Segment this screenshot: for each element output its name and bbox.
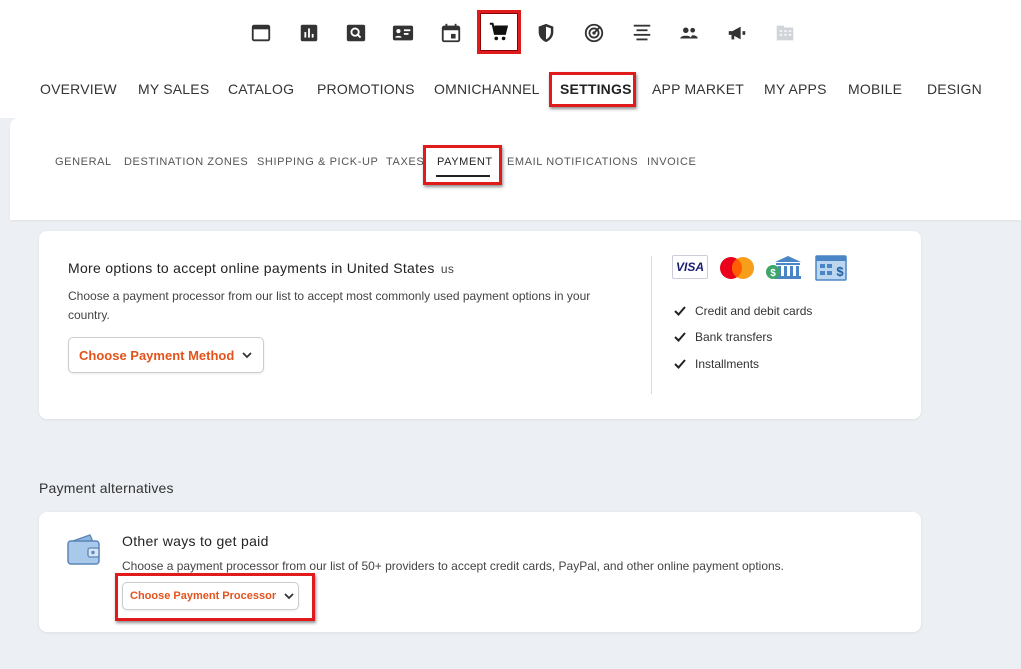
tab-email-notifications[interactable]: EMAIL NOTIFICATIONS — [507, 156, 638, 168]
checkmark-icon — [674, 359, 686, 369]
svg-text:$: $ — [770, 268, 776, 279]
nav-overview[interactable]: OVERVIEW — [40, 78, 117, 100]
nav-app-market[interactable]: APP MARKET — [652, 78, 744, 100]
nav-promotions[interactable]: PROMOTIONS — [317, 78, 415, 100]
active-tab-underline — [436, 175, 490, 177]
chevron-down-icon — [284, 593, 294, 600]
nav-omnichannel[interactable]: OMNICHANNEL — [434, 78, 540, 100]
nav-design[interactable]: DESIGN — [927, 78, 982, 100]
choose-payment-processor-button[interactable]: Choose Payment Processor — [122, 582, 299, 610]
top-icon-bar — [0, 10, 1021, 54]
nav-catalog[interactable]: CATALOG — [228, 78, 294, 100]
choose-payment-method-button[interactable]: Choose Payment Method — [68, 337, 264, 373]
online-payments-description: Choose a payment processor from our list… — [68, 289, 591, 322]
country-code: us — [440, 262, 455, 276]
main-nav: OVERVIEW MY SALES CATALOG PROMOTIONS OMN… — [0, 78, 1021, 102]
payment-alternatives-heading: Payment alternatives — [39, 480, 174, 496]
choose-payment-processor-label: Choose Payment Processor — [130, 590, 277, 602]
svg-text:$: $ — [836, 264, 844, 279]
calendar-icon[interactable] — [436, 18, 466, 48]
align-center-icon[interactable] — [627, 18, 657, 48]
people-icon[interactable] — [674, 18, 704, 48]
megaphone-icon[interactable] — [722, 18, 752, 48]
nav-my-sales[interactable]: MY SALES — [138, 78, 209, 100]
feature-installments: Installments — [673, 357, 759, 371]
shopping-cart-icon[interactable] — [477, 10, 521, 54]
building-icon[interactable] — [770, 18, 800, 48]
shield-icon[interactable] — [531, 18, 561, 48]
tab-payment[interactable]: PAYMENT — [437, 156, 493, 168]
checkmark-icon — [674, 332, 686, 342]
contact-card-icon[interactable] — [388, 18, 418, 48]
feature-credit-debit: Credit and debit cards — [673, 304, 812, 318]
tab-destination-zones[interactable]: DESTINATION ZONES — [124, 156, 248, 168]
tab-invoice[interactable]: INVOICE — [647, 156, 696, 168]
tab-taxes[interactable]: TAXES — [386, 156, 424, 168]
checkmark-icon — [674, 306, 686, 316]
visa-text: VISA — [675, 260, 704, 274]
nav-mobile[interactable]: MOBILE — [848, 78, 902, 100]
wallet-icon — [67, 534, 100, 565]
feature-bank-transfers: Bank transfers — [673, 330, 772, 344]
bank-logo: $ — [766, 256, 801, 279]
tab-general[interactable]: GENERAL — [55, 156, 112, 168]
nav-settings[interactable]: SETTINGS — [560, 78, 632, 100]
radar-icon[interactable] — [579, 18, 609, 48]
card-divider — [651, 256, 652, 394]
browser-window-icon[interactable] — [246, 18, 276, 48]
sub-nav-panel — [10, 118, 1021, 220]
nav-my-apps[interactable]: MY APPS — [764, 78, 827, 100]
chevron-down-icon — [242, 352, 252, 359]
online-payments-title: More options to accept online payments i… — [68, 260, 455, 276]
visa-logo: VISA — [672, 255, 708, 279]
choose-payment-method-label: Choose Payment Method — [79, 347, 235, 363]
tab-shipping-pickup[interactable]: SHIPPING & PICK-UP — [257, 156, 378, 168]
other-ways-title: Other ways to get paid — [122, 533, 269, 549]
bar-chart-icon[interactable] — [294, 18, 324, 48]
other-ways-description: Choose a payment processor from our list… — [122, 559, 785, 573]
invoice-logo: $ — [815, 255, 847, 281]
search-icon[interactable] — [341, 18, 371, 48]
mastercard-logo — [720, 257, 754, 279]
